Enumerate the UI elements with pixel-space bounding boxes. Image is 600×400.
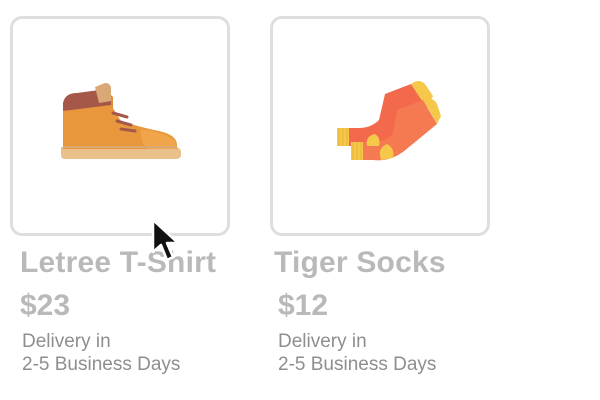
product-name[interactable]: Tiger Socks [274,246,446,280]
product-grid: Letree T-Shirt $23 Delivery in 2-5 Busin… [0,0,600,400]
product-price: $23 [20,289,71,322]
delivery-label: Delivery in [278,331,367,352]
product-card-letree-tshirt[interactable]: Letree T-Shirt $23 Delivery in 2-5 Busin… [10,0,250,400]
product-name[interactable]: Letree T-Shirt [20,246,216,280]
delivery-days: 2-5 Business Days [22,354,181,375]
product-card-tiger-socks[interactable]: Tiger Socks $12 Delivery in 2-5 Business… [270,0,510,400]
socks-icon [337,81,441,161]
delivery-info: Delivery in 2-5 Business Days [22,330,180,376]
boot-icon [61,83,181,159]
product-price: $12 [278,289,329,322]
product-image-frame[interactable] [270,16,490,236]
delivery-label: Delivery in [22,331,111,352]
product-image-frame[interactable] [10,16,230,236]
delivery-info: Delivery in 2-5 Business Days [278,330,436,376]
delivery-days: 2-5 Business Days [278,354,437,375]
